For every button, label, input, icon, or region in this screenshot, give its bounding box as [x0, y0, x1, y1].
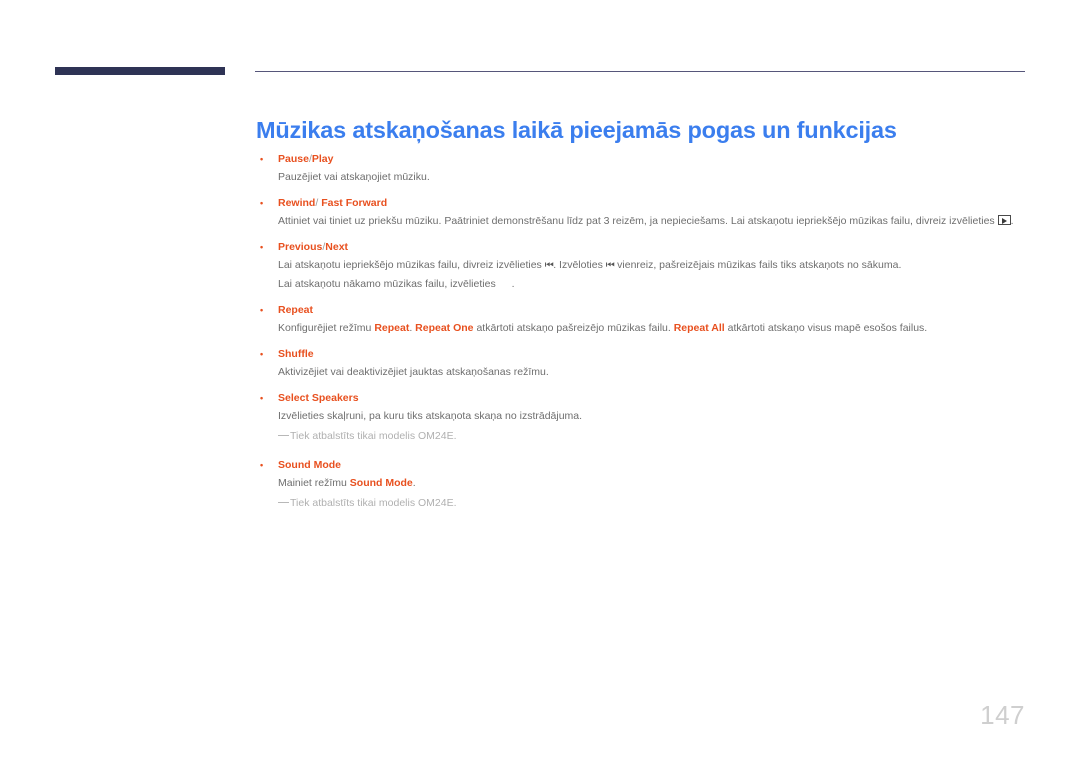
- section-select-speakers-note: Tiek atbalstīts tikai modelis OM24E.: [256, 426, 1031, 447]
- section-rewind-fast-forward: • Rewind/ Fast Forward Attiniet vai tinie…: [256, 194, 1031, 231]
- term-sound-mode: Sound Mode: [278, 459, 341, 471]
- section-repeat-heading: • Repeat: [256, 301, 1031, 319]
- repeat-text-3: atkārtoti atskaņo pašreizējo mūzikas fai…: [476, 322, 671, 334]
- note-dash-icon: [278, 501, 289, 503]
- section-select-speakers-description: Izvēlieties skaļruni, pa kuru tiks atska…: [278, 410, 583, 422]
- term-select-speakers: Select Speakers: [278, 392, 359, 404]
- section-repeat-description: Konfigurējiet režīmu Repeat. Repeat One …: [256, 319, 1031, 338]
- term-rewind: Rewind: [278, 197, 316, 209]
- previous-next-text-5: .: [511, 278, 515, 290]
- section-pause-play-description: Pauzējiet vai atskaņojiet mūziku.: [278, 171, 430, 183]
- repeat-text-1: Konfigurējiet režīmu: [278, 322, 372, 334]
- rewind-description-tail: .: [1010, 215, 1014, 227]
- previous-next-text-2: . Izvēloties: [553, 259, 603, 271]
- next-track-missing-glyph-icon: [499, 279, 512, 289]
- previous-next-text-4: Lai atskaņotu nākamo mūzikas failu, izvē…: [278, 278, 496, 290]
- play-button-boxed-icon: [997, 215, 1011, 226]
- term-separator: /: [315, 197, 319, 209]
- section-rewind-description: Attiniet vai tiniet uz priekšu mūziku. P…: [256, 212, 1031, 231]
- rewind-description-text: Attiniet vai tiniet uz priekšu mūziku. P…: [278, 215, 995, 227]
- sound-mode-text-1: Mainiet režīmu: [278, 477, 347, 489]
- section-shuffle-description: Aktivizējiet vai deaktivizējiet jauktas …: [278, 366, 549, 378]
- bullet-marker-icon: •: [260, 460, 264, 470]
- previous-track-icon: ⏮: [605, 260, 615, 271]
- section-rewind-heading: • Rewind/ Fast Forward: [256, 194, 1031, 212]
- section-repeat: • Repeat Konfigurējiet režīmu Repeat. Rep…: [256, 301, 1031, 338]
- previous-track-icon: ⏮: [544, 260, 554, 271]
- section-sound-mode-heading: • Sound Mode: [256, 456, 1031, 474]
- bullet-marker-icon: •: [260, 305, 264, 315]
- bullet-marker-icon: •: [260, 349, 264, 359]
- section-select-speakers-heading: • Select Speakers: [256, 389, 1031, 407]
- section-previous-next-heading: • Previous/Next: [256, 238, 1031, 256]
- term-previous: Previous: [278, 241, 323, 253]
- previous-next-text-1: Lai atskaņotu iepriekšējo mūzikas failu,…: [278, 259, 542, 271]
- section-sound-mode: • Sound Mode Mainiet režīmu Sound Mode. T…: [256, 456, 1031, 514]
- term-fast-forward: Fast Forward: [321, 197, 388, 209]
- sound-mode-keyword: Sound Mode: [349, 477, 413, 489]
- bullet-marker-icon: •: [260, 198, 264, 208]
- section-pause-play: • Pause/Play Pauzējiet vai atskaņojiet mū…: [256, 150, 1031, 187]
- term-repeat: Repeat: [278, 304, 314, 316]
- previous-next-text-3: vienreiz, pašreizējais mūzikas fails tik…: [617, 259, 902, 271]
- header-accent-bar: [55, 67, 225, 75]
- repeat-keyword-repeat: Repeat: [374, 322, 410, 334]
- term-shuffle: Shuffle: [278, 348, 314, 360]
- bullet-marker-icon: •: [260, 393, 264, 403]
- term-next: Next: [325, 241, 349, 253]
- repeat-keyword-repeat-all: Repeat All: [673, 322, 725, 334]
- repeat-keyword-repeat-one: Repeat One: [415, 322, 474, 334]
- bullet-marker-icon: •: [260, 154, 264, 164]
- section-sound-mode-description: Mainiet režīmu Sound Mode.: [256, 474, 1031, 493]
- sound-mode-text-2: .: [412, 477, 416, 489]
- section-sound-mode-note: Tiek atbalstīts tikai modelis OM24E.: [256, 493, 1031, 514]
- document-page: Mūzikas atskaņošanas laikā pieejamās pog…: [0, 0, 1080, 763]
- section-previous-next-line1: Lai atskaņotu iepriekšējo mūzikas failu,…: [256, 256, 1031, 275]
- section-shuffle-heading: • Shuffle: [256, 345, 1031, 363]
- select-speakers-note-text: Tiek atbalstīts tikai modelis OM24E.: [290, 430, 457, 442]
- page-number: 147: [980, 700, 1025, 730]
- section-previous-next-line2: Lai atskaņotu nākamo mūzikas failu, izvē…: [256, 275, 1031, 294]
- section-pause-play-heading: • Pause/Play: [256, 150, 1031, 168]
- section-shuffle: • Shuffle Aktivizējiet vai deaktivizējiet…: [256, 345, 1031, 382]
- bullet-marker-icon: •: [260, 242, 264, 252]
- repeat-text-4: atkārtoti atskaņo visus mapē esošos fail…: [727, 322, 928, 334]
- note-dash-icon: [278, 434, 289, 436]
- content-body: • Pause / Play Pauzējiet vai atskaņojiet mū…: [256, 150, 1031, 514]
- term-play: Play: [311, 153, 334, 165]
- page-title: Mūzikas atskaņošanas laikā pieejamās pog…: [256, 116, 897, 143]
- section-previous-next: • Previous/Next Lai atskaņotu iepriekšējo…: [256, 238, 1031, 294]
- repeat-text-2: .: [409, 322, 413, 334]
- sound-mode-note-text: Tiek atbalstīts tikai modelis OM24E.: [290, 497, 457, 509]
- section-select-speakers: • Select Speakers Izvēlieties skaļruni, p…: [256, 389, 1031, 447]
- term-pause: Pause: [278, 153, 309, 165]
- header-divider-rule: [255, 71, 1025, 72]
